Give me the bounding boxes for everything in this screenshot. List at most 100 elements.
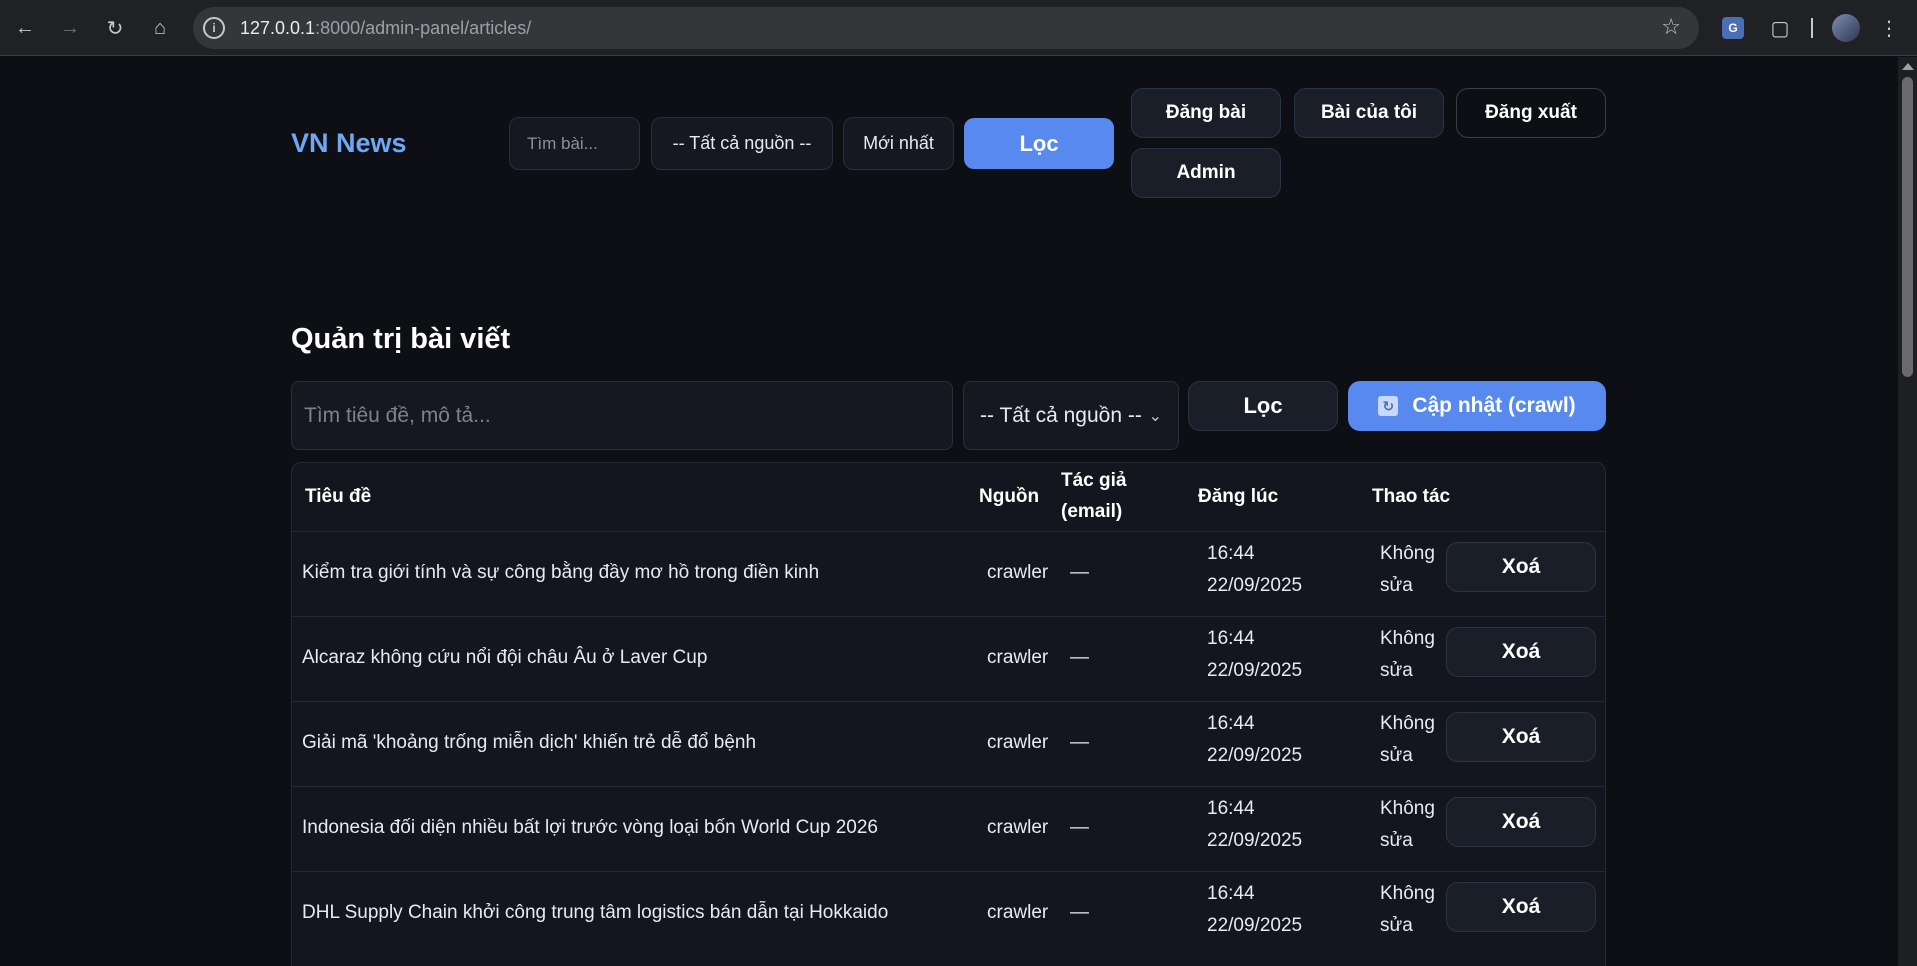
article-author: — [1070, 647, 1089, 668]
article-date: 22/09/2025 [1207, 575, 1303, 596]
article-source: crawler [987, 732, 1049, 753]
chevron-down-icon: ⌄ [1148, 407, 1162, 425]
page-scrollbar[interactable] [1898, 57, 1917, 966]
page-title: Quản trị bài viết [291, 323, 511, 355]
admin-search-input[interactable]: Tìm tiêu đề, mô tả... [291, 381, 953, 450]
url-text[interactable]: 127.0.0.1:8000/admin-panel/articles/ [240, 18, 531, 39]
table-row: Alcaraz không cứu nổi đội châu Âu ở Lave… [292, 616, 1605, 701]
edit-status: Không sửa [1380, 538, 1435, 602]
article-date: 22/09/2025 [1207, 745, 1303, 766]
brand-logo[interactable]: VN News [291, 128, 407, 159]
article-published: 16:44 22/09/2025 [1207, 793, 1302, 857]
site-info-icon[interactable]: i [203, 17, 225, 39]
article-author: — [1070, 732, 1089, 753]
table-row: Giải mã 'khoảng trống miễn dịch' khiến t… [292, 701, 1605, 786]
extensions-icon[interactable]: ▢ [1766, 14, 1794, 42]
article-published: 16:44 22/09/2025 [1207, 878, 1302, 942]
header-source-select[interactable]: -- Tất cả nguồn -- [651, 117, 833, 170]
home-icon[interactable]: ⌂ [142, 10, 178, 46]
logout-button[interactable]: Đăng xuất [1456, 88, 1606, 138]
edit-status-line2: sửa [1380, 915, 1413, 936]
article-time: 16:44 [1207, 628, 1255, 649]
delete-button[interactable]: Xoá [1446, 542, 1596, 592]
column-actions: Thao tác [1372, 486, 1451, 507]
edit-status-line2: sửa [1380, 660, 1413, 681]
column-author-line1: Tác giả [1061, 470, 1127, 491]
crawl-update-label: Cập nhật (crawl) [1412, 394, 1576, 417]
articles-table: Tiêu đề Nguồn Tác giả (email) Đăng lúc T… [291, 462, 1606, 966]
edit-status: Không sửa [1380, 878, 1435, 942]
address-bar[interactable]: i 127.0.0.1:8000/admin-panel/articles/ ☆ [193, 7, 1699, 49]
browser-toolbar: ← → ↻ ⌂ i 127.0.0.1:8000/admin-panel/art… [0, 0, 1917, 56]
admin-source-select-value: -- Tất cả nguồn -- [980, 403, 1142, 427]
edit-status: Không sửa [1380, 623, 1435, 687]
edit-status-line1: Không [1380, 543, 1435, 564]
url-path: :8000/admin-panel/articles/ [315, 18, 532, 38]
article-published: 16:44 22/09/2025 [1207, 708, 1302, 772]
header-search-input[interactable]: Tìm bài... [509, 117, 640, 170]
edit-status-line1: Không [1380, 713, 1435, 734]
article-title[interactable]: Indonesia đối diện nhiều bất lợi trước v… [302, 817, 878, 839]
browser-menu-icon[interactable]: ⋮ [1875, 14, 1903, 42]
article-time: 16:44 [1207, 543, 1255, 564]
article-time: 16:44 [1207, 883, 1255, 904]
admin-button[interactable]: Admin [1131, 148, 1281, 198]
article-date: 22/09/2025 [1207, 915, 1303, 936]
article-source: crawler [987, 562, 1049, 583]
article-title[interactable]: Kiểm tra giới tính và sự công bằng đầy m… [302, 562, 819, 584]
crawl-update-button[interactable]: ↻ Cập nhật (crawl) [1348, 381, 1606, 431]
edit-status-line1: Không [1380, 883, 1435, 904]
table-header: Tiêu đề Nguồn Tác giả (email) Đăng lúc T… [292, 463, 1605, 531]
article-author: — [1070, 817, 1089, 838]
admin-source-select[interactable]: -- Tất cả nguồn -- ⌄ [963, 381, 1179, 450]
article-time: 16:44 [1207, 798, 1255, 819]
article-title[interactable]: Giải mã 'khoảng trống miễn dịch' khiến t… [302, 732, 756, 754]
admin-filter-button[interactable]: Lọc [1188, 381, 1338, 431]
back-icon[interactable]: ← [7, 10, 43, 46]
toolbar-divider [1811, 18, 1813, 38]
url-host: 127.0.0.1 [240, 18, 316, 38]
article-published: 16:44 22/09/2025 [1207, 623, 1302, 687]
column-source: Nguồn [979, 486, 1040, 507]
article-title[interactable]: Alcaraz không cứu nổi đội châu Âu ở Lave… [302, 647, 707, 669]
translate-icon[interactable]: G [1722, 17, 1744, 39]
delete-button[interactable]: Xoá [1446, 712, 1596, 762]
edit-status-line2: sửa [1380, 830, 1413, 851]
edit-status-line1: Không [1380, 628, 1435, 649]
article-published: 16:44 22/09/2025 [1207, 538, 1302, 602]
edit-status-line1: Không [1380, 798, 1435, 819]
scroll-up-arrow-icon[interactable] [1902, 63, 1914, 70]
article-time: 16:44 [1207, 713, 1255, 734]
bookmark-star-icon[interactable]: ☆ [1661, 14, 1681, 40]
table-row: Kiểm tra giới tính và sự công bằng đầy m… [292, 531, 1605, 616]
article-title[interactable]: DHL Supply Chain khởi công trung tâm log… [302, 902, 888, 924]
column-author: Tác giả (email) [1061, 465, 1126, 527]
refresh-icon: ↻ [1378, 396, 1399, 416]
delete-button[interactable]: Xoá [1446, 627, 1596, 677]
column-title: Tiêu đề [305, 486, 372, 507]
reload-icon[interactable]: ↻ [97, 10, 133, 46]
delete-button[interactable]: Xoá [1446, 882, 1596, 932]
article-source: crawler [987, 817, 1049, 838]
table-row: DHL Supply Chain khởi công trung tâm log… [292, 871, 1605, 956]
edit-status: Không sửa [1380, 708, 1435, 772]
header-sort-select[interactable]: Mới nhất [843, 117, 954, 170]
edit-status-line2: sửa [1380, 745, 1413, 766]
my-posts-button[interactable]: Bài của tôi [1294, 88, 1444, 138]
column-author-line2: (email) [1061, 501, 1123, 522]
page: VN News Tìm bài... -- Tất cả nguồn -- Mớ… [0, 57, 1898, 966]
article-author: — [1070, 562, 1089, 583]
article-author: — [1070, 902, 1089, 923]
column-published: Đăng lúc [1198, 486, 1279, 507]
scroll-thumb[interactable] [1902, 77, 1913, 377]
article-source: crawler [987, 647, 1049, 668]
article-date: 22/09/2025 [1207, 830, 1303, 851]
header-filter-button[interactable]: Lọc [964, 118, 1114, 169]
forward-icon[interactable]: → [52, 10, 88, 46]
table-row: Indonesia đối diện nhiều bất lợi trước v… [292, 786, 1605, 871]
post-article-button[interactable]: Đăng bài [1131, 88, 1281, 138]
edit-status: Không sửa [1380, 793, 1435, 857]
delete-button[interactable]: Xoá [1446, 797, 1596, 847]
article-date: 22/09/2025 [1207, 660, 1303, 681]
profile-avatar-icon[interactable] [1832, 14, 1860, 42]
